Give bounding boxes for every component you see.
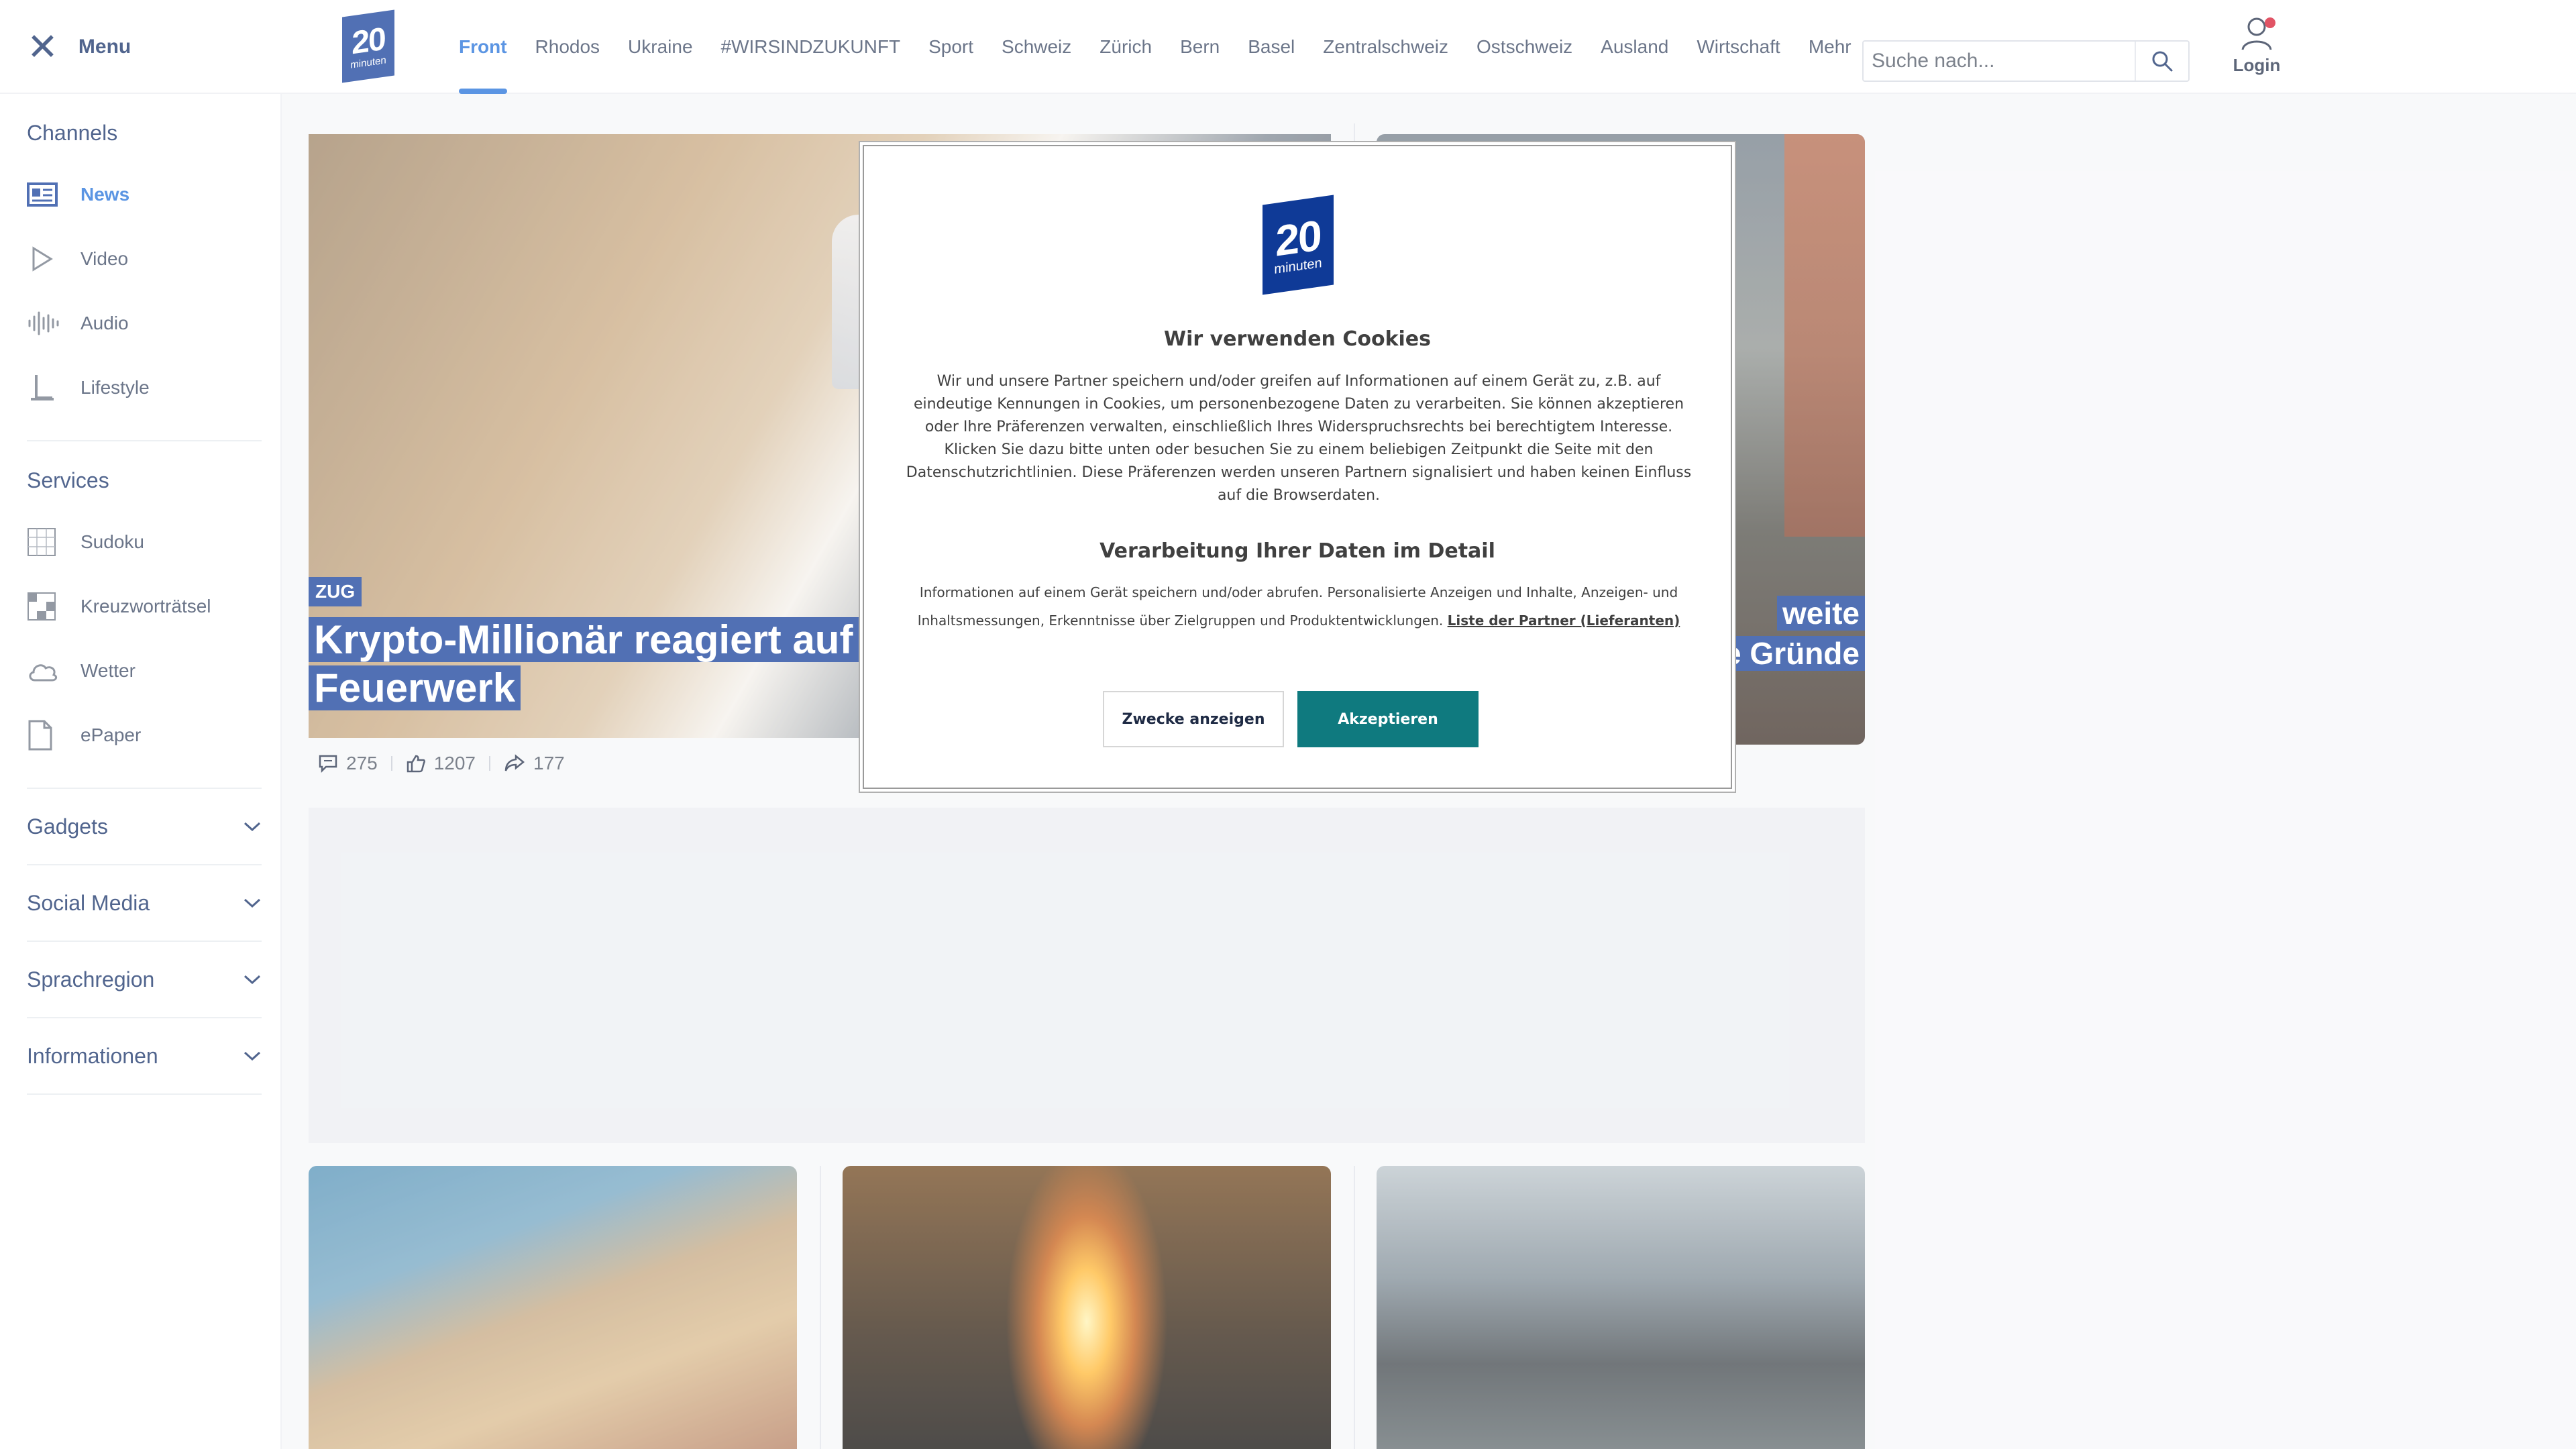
partner-list-link[interactable]: Liste der Partner (Lieferanten) — [1448, 612, 1680, 629]
accept-button[interactable]: Akzeptieren — [1297, 691, 1479, 747]
dialog-detail-title: Verarbeitung Ihrer Daten im Detail — [1099, 539, 1495, 563]
dialog-logo: 20 minuten — [1263, 195, 1334, 295]
dialog-detail-text: Informationen auf einem Gerät speichern … — [903, 578, 1695, 635]
cookie-consent-dialog: 20 minuten Wir verwenden Cookies Wir und… — [863, 145, 1732, 789]
dialog-title: Wir verwenden Cookies — [1163, 327, 1432, 351]
logo-number: 20 — [1275, 211, 1321, 266]
dialog-body-text: Wir und unsere Partner speichern und/ode… — [906, 373, 1692, 504]
show-purposes-button[interactable]: Zwecke anzeigen — [1103, 691, 1284, 747]
